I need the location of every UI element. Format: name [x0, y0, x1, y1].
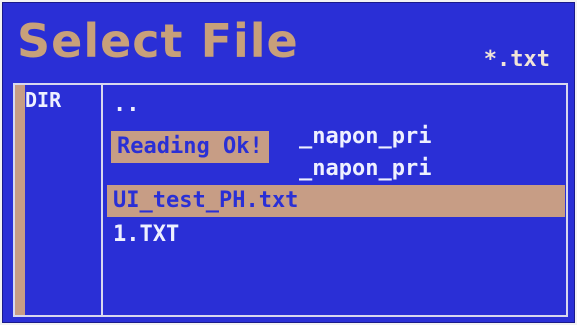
file-row-parent-dir[interactable]: ..: [107, 89, 565, 121]
screen-title: Select File: [17, 14, 299, 68]
file-row[interactable]: 1.TXT: [107, 219, 565, 251]
file-select-screen: Select File *.txt DIR .. _napon_pri _nap…: [2, 2, 575, 323]
status-toast: Reading Ok!: [111, 131, 269, 163]
file-row-selected[interactable]: UI_test_PH.txt: [107, 185, 565, 217]
dir-label: DIR: [25, 88, 62, 112]
file-filter-label: *.txt: [483, 47, 550, 72]
scrollbar[interactable]: [15, 85, 25, 315]
directory-column: [15, 85, 103, 315]
